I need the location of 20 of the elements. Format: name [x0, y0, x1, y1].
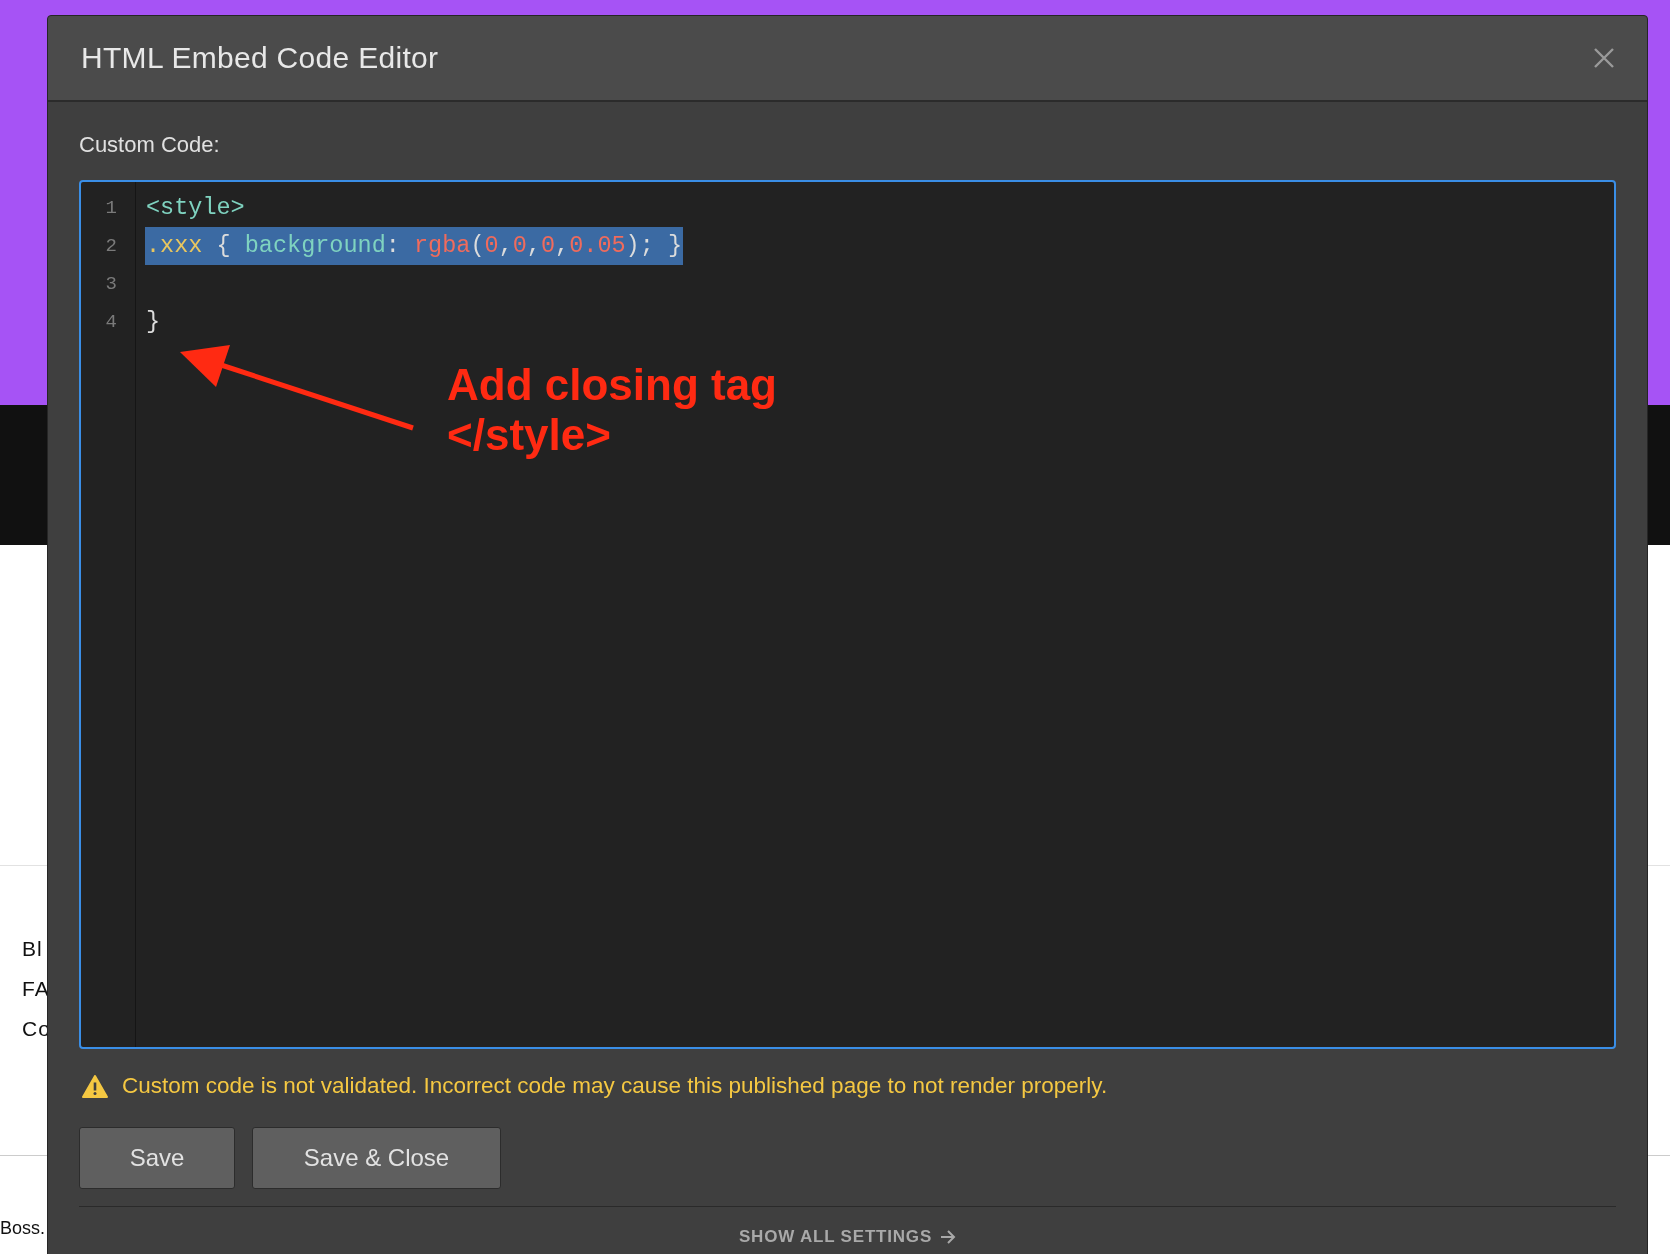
warning-text: Custom code is not validated. Incorrect code may cause this published page to not render properly.	[122, 1073, 1108, 1099]
save-close-button[interactable]: Save & Close	[252, 1127, 501, 1189]
arrow-right-icon	[940, 1230, 956, 1244]
save-button[interactable]: Save	[79, 1127, 235, 1189]
show-all-settings-link[interactable]: SHOW ALL SETTINGS	[738, 1227, 956, 1247]
annotation-text: Add closing tag	[447, 360, 777, 410]
warning-icon	[82, 1074, 108, 1098]
page-link[interactable]: Bl	[22, 936, 43, 962]
close-icon[interactable]	[1593, 47, 1615, 69]
code-line[interactable]: }	[145, 303, 162, 341]
field-label: Custom Code:	[79, 132, 221, 158]
line-number: 2	[104, 234, 118, 259]
line-number: 3	[104, 272, 118, 297]
code-line[interactable]: <style>	[145, 189, 246, 227]
page-link[interactable]: FA	[22, 976, 50, 1002]
line-number: 4	[104, 310, 118, 335]
annotation-text: </style>	[447, 410, 611, 460]
dialog-title: HTML Embed Code Editor	[81, 41, 439, 75]
footer-text: Boss.	[0, 1218, 46, 1238]
line-number: 1	[104, 196, 118, 221]
